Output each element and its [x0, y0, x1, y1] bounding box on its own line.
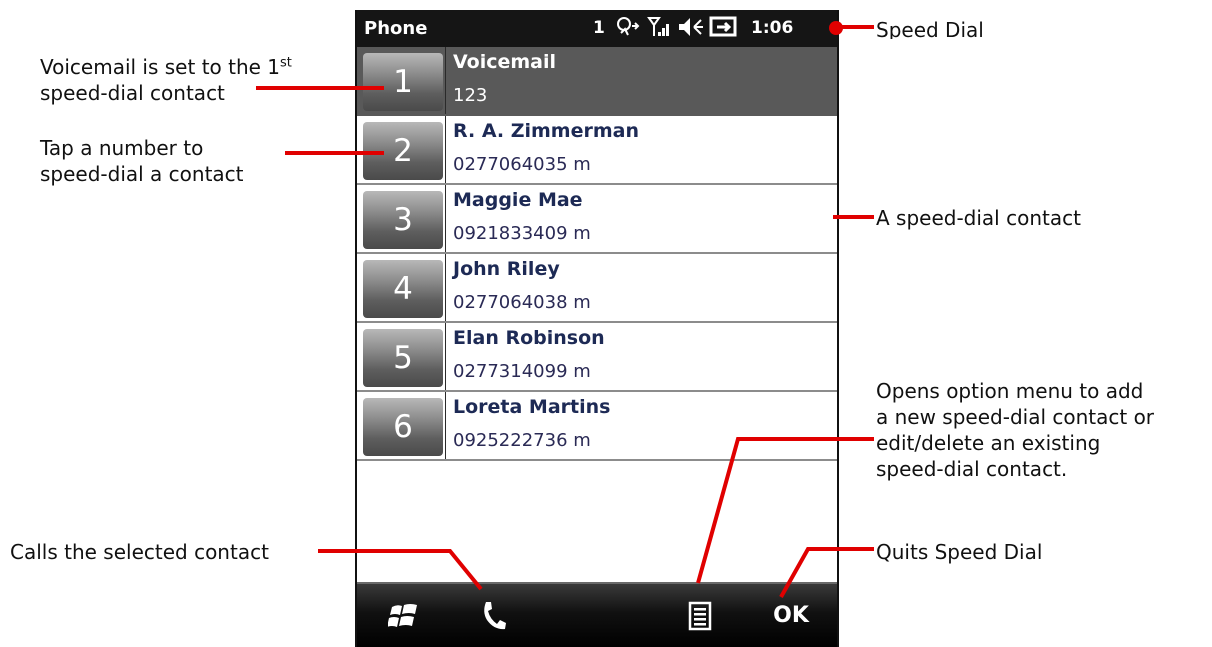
line-indicator: 1 — [593, 18, 605, 38]
annotation-menu-line4: speed-dial contact. — [876, 457, 1068, 481]
speed-dial-row[interactable]: 6 Loreta Martins 0925222736 m — [357, 392, 837, 461]
contact-number: 0277064038 m — [453, 292, 591, 313]
contact-name: Voicemail — [453, 51, 557, 73]
speed-dial-list: 1 Voicemail 123 2 R. A. Zimmerman 027706… — [357, 47, 837, 461]
clock-time: 1:06 — [751, 18, 794, 38]
contact-name: Maggie Mae — [453, 189, 583, 211]
contact-number: 0925222736 m — [453, 430, 591, 451]
battery-icon — [709, 15, 739, 44]
phone-handset-icon[interactable] — [469, 584, 519, 647]
annotation-tap-line2: speed-dial a contact — [40, 162, 244, 186]
contact-number: 123 — [453, 85, 488, 106]
annotation-voicemail-line1: Voicemail is set to the 1 — [40, 55, 281, 79]
speaker-icon — [677, 15, 705, 44]
annotation-menu-line2: a new speed-dial contact or — [876, 405, 1155, 429]
contact-name: R. A. Zimmerman — [453, 120, 639, 142]
annotation-tap: Tap a number to speed-dial a contact — [40, 135, 244, 187]
row-divider — [445, 116, 446, 183]
speed-dial-number-button[interactable]: 3 — [363, 191, 443, 249]
speed-dial-number-button[interactable]: 6 — [363, 398, 443, 456]
speed-dial-number-button[interactable]: 1 — [363, 53, 443, 111]
annotation-tap-line1: Tap a number to — [40, 136, 204, 160]
contact-number: 0277064035 m — [453, 154, 591, 175]
speed-dial-number-button[interactable]: 2 — [363, 122, 443, 180]
speed-dial-row[interactable]: 4 John Riley 0277064038 m — [357, 254, 837, 323]
connectivity-icon — [615, 15, 641, 44]
row-divider — [445, 47, 446, 114]
annotation-speed-dial: Speed Dial — [876, 18, 984, 39]
windows-start-icon[interactable] — [379, 584, 429, 647]
contact-name: Elan Robinson — [453, 327, 605, 349]
app-title: Phone — [364, 18, 428, 39]
speed-dial-row[interactable]: 3 Maggie Mae 0921833409 m — [357, 185, 837, 254]
annotation-menu-line3: edit/delete an existing — [876, 431, 1101, 455]
annotation-contact: A speed-dial contact — [876, 206, 1081, 230]
ok-button[interactable]: OK — [761, 584, 821, 647]
row-divider — [445, 392, 446, 459]
speed-dial-row[interactable]: 2 R. A. Zimmerman 0277064035 m — [357, 116, 837, 185]
annotation-menu-line1: Opens option menu to add — [876, 379, 1144, 403]
speed-dial-row[interactable]: 5 Elan Robinson 0277314099 m — [357, 323, 837, 392]
row-divider — [445, 323, 446, 390]
contact-number: 0921833409 m — [453, 223, 591, 244]
menu-icon[interactable] — [675, 584, 725, 647]
annotation-menu: Opens option menu to add a new speed-dia… — [876, 378, 1154, 482]
speed-dial-row[interactable]: 1 Voicemail 123 — [357, 47, 837, 116]
annotation-voicemail: Voicemail is set to the 1st speed-dial c… — [40, 54, 292, 106]
contact-name: John Riley — [453, 258, 560, 280]
signal-icon — [647, 15, 673, 44]
annotation-calls: Calls the selected contact — [10, 540, 269, 564]
row-divider — [445, 254, 446, 321]
speed-dial-number-button[interactable]: 4 — [363, 260, 443, 318]
contact-name: Loreta Martins — [453, 396, 611, 418]
phone-screen: Phone 1 1:06 1 Voicemail 123 2 R. A. Zim… — [355, 10, 839, 647]
softkey-bar: OK — [357, 582, 837, 647]
annotation-voicemail-line2: speed-dial contact — [40, 81, 225, 105]
row-divider — [445, 185, 446, 252]
annotation-quits: Quits Speed Dial — [876, 540, 1043, 564]
annotation-voicemail-sup: st — [280, 55, 292, 71]
contact-number: 0277314099 m — [453, 361, 591, 382]
speed-dial-number-button[interactable]: 5 — [363, 329, 443, 387]
status-bar: Phone 1 1:06 — [357, 10, 837, 47]
